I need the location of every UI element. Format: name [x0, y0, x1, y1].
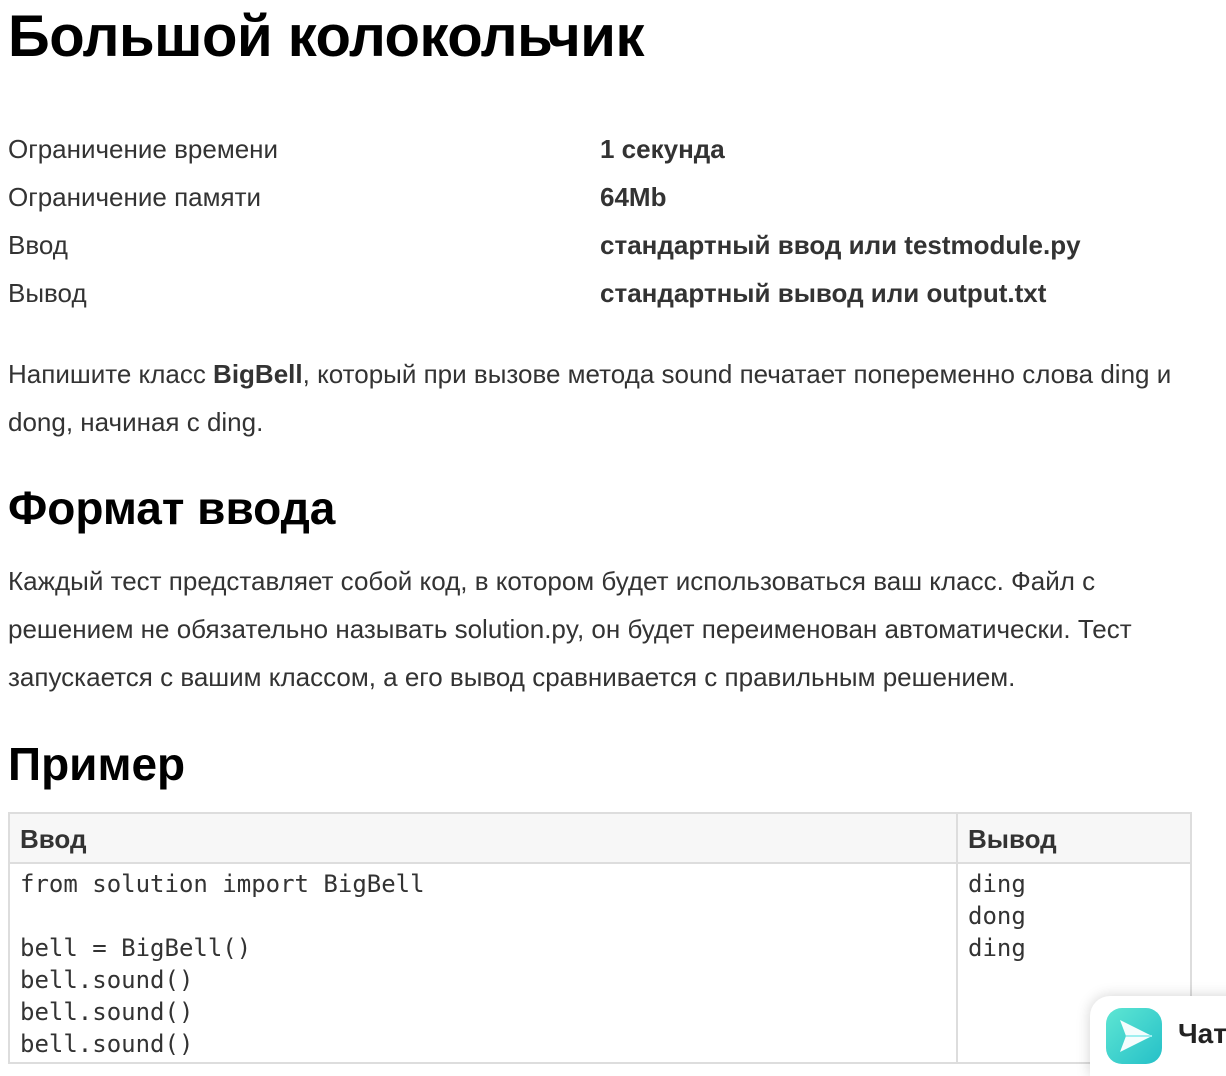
example-input-cell[interactable]: from solution import BigBell bell = BigBe…	[8, 862, 958, 1064]
chat-button[interactable]: Чат	[1090, 996, 1226, 1076]
code-line: bell.sound()	[20, 966, 194, 994]
limit-row-time: Ограничение времени 1 секунда	[8, 126, 1192, 174]
example-input-code[interactable]: from solution import BigBell bell = BigBe…	[20, 868, 946, 1060]
limit-value: 64Mb	[600, 182, 667, 212]
code-line: ding	[968, 934, 1026, 962]
limit-value: 1 секунда	[600, 134, 725, 164]
limit-value: стандартный вывод или output.txt	[600, 278, 1047, 308]
output-column-header: Вывод	[956, 812, 1192, 864]
limit-row-input: Ввод стандартный ввод или testmodule.py	[8, 222, 1192, 270]
send-arrow-icon	[1106, 1008, 1162, 1064]
limit-label: Ограничение памяти	[8, 182, 262, 212]
class-name: BigBell	[213, 359, 303, 389]
code-line: ding	[968, 870, 1026, 898]
limit-row-memory: Ограничение памяти 64Mb	[8, 174, 1192, 222]
limit-label: Ограничение времени	[8, 134, 279, 164]
table-header-row: Ввод Вывод	[8, 812, 1192, 864]
code-line: bell = BigBell()	[20, 934, 252, 962]
limit-row-output: Вывод стандартный вывод или output.txt	[8, 270, 1192, 318]
code-line: from solution import BigBell	[20, 870, 425, 898]
problem-statement: Напишите класс BigBell, который при вызо…	[8, 350, 1192, 446]
example-table: Ввод Вывод from solution import BigBell b…	[8, 812, 1192, 1064]
chat-label: Чат	[1178, 1018, 1226, 1049]
page-title: Большой колокольчик	[8, 4, 644, 69]
statement-text: Напишите класс	[8, 359, 214, 389]
code-line: dong	[968, 902, 1026, 930]
example-heading: Пример	[8, 738, 186, 790]
code-line: bell.sound()	[20, 998, 194, 1026]
limit-label: Ввод	[8, 230, 68, 260]
limits-table: Ограничение времени 1 секунда Ограничени…	[8, 126, 1192, 318]
example-output-code[interactable]: ding dong ding	[968, 868, 1180, 964]
input-format-text: Каждый тест представляет собой код, в ко…	[8, 566, 1132, 692]
input-column-header: Ввод	[8, 812, 958, 864]
input-format-heading: Формат ввода	[8, 482, 336, 534]
code-line: bell.sound()	[20, 1030, 194, 1058]
limit-label: Вывод	[8, 278, 87, 308]
limit-value: стандартный ввод или testmodule.py	[600, 230, 1081, 260]
table-row: from solution import BigBell bell = BigBe…	[8, 862, 1192, 1064]
